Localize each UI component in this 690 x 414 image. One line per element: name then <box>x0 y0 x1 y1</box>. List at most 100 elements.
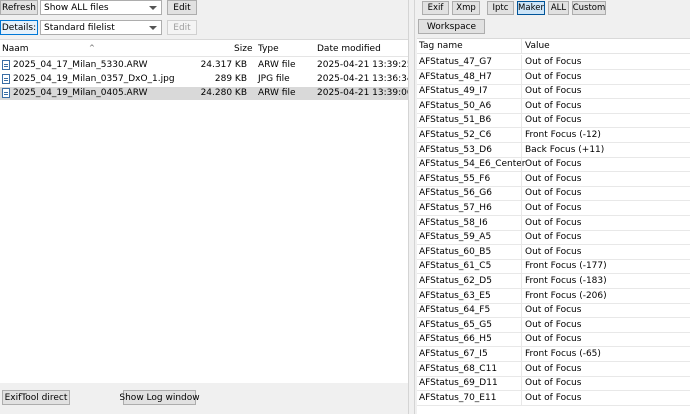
column-type[interactable]: Type <box>258 44 279 54</box>
tag-row[interactable]: AFStatus_51_B6 Out of Focus <box>417 113 690 129</box>
column-divider <box>521 274 522 289</box>
tag-row[interactable]: AFStatus_67_I5 Front Focus (-65) <box>417 347 690 362</box>
tag-value-cell: Back Focus (+11) <box>525 144 605 155</box>
file-row[interactable]: 2025_04_19_Milan_0357_DxO_1.jpg 289 KB J… <box>0 73 413 86</box>
panel-splitter[interactable] <box>408 0 415 414</box>
file-row[interactable]: 2025_04_17_Milan_5330.ARW 24.317 KB ARW … <box>0 59 413 72</box>
tag-name-cell: AFStatus_69_D11 <box>419 378 498 389</box>
column-divider <box>521 230 522 246</box>
tag-value-cell: Out of Focus <box>525 334 582 345</box>
tag-row[interactable]: AFStatus_60_B5 Out of Focus <box>417 244 690 260</box>
filelist-value: Standard filelist <box>44 22 115 33</box>
tab-iptc[interactable]: Iptc <box>487 1 514 15</box>
column-name[interactable]: Naam <box>2 44 29 54</box>
tag-name-cell: AFStatus_48_H7 <box>419 71 492 82</box>
tag-name-cell: AFStatus_70_E11 <box>419 392 497 403</box>
tag-row[interactable]: AFStatus_65_G5 Out of Focus <box>417 317 690 333</box>
tag-value-cell: Out of Focus <box>525 232 582 243</box>
tag-row[interactable]: AFStatus_49_I7 Out of Focus <box>417 84 690 100</box>
tag-row[interactable]: AFStatus_68_C11 Out of Focus <box>417 361 690 377</box>
tag-row[interactable]: AFStatus_66_H5 Out of Focus <box>417 332 690 348</box>
tag-value-cell: Out of Focus <box>525 203 582 213</box>
tag-row[interactable]: AFStatus_61_C5 Front Focus (-177) <box>417 259 690 275</box>
tab-custom[interactable]: Custom <box>572 1 606 15</box>
tag-name-cell: AFStatus_51_B6 <box>419 115 492 126</box>
file-type: ARW file <box>258 88 296 98</box>
tab-exif[interactable]: Exif <box>422 1 449 15</box>
tag-row[interactable]: AFStatus_52_C6 Front Focus (-12) <box>417 128 690 143</box>
tag-value-cell: Out of Focus <box>525 159 582 170</box>
column-divider <box>521 39 522 54</box>
tag-row[interactable]: AFStatus_64_F5 Out of Focus <box>417 303 690 319</box>
tag-table-header: Tag name Value <box>417 39 690 54</box>
file-icon <box>2 88 10 98</box>
file-name: 2025_04_19_Milan_0405.ARW <box>13 88 148 98</box>
column-divider <box>521 244 522 260</box>
filelist-edit-button: Edit <box>167 20 197 35</box>
tag-value-cell: Out of Focus <box>525 86 582 97</box>
tag-value-cell: Out of Focus <box>525 71 582 82</box>
tag-row[interactable]: AFStatus_62_D5 Front Focus (-183) <box>417 274 690 289</box>
file-row-selected[interactable]: 2025_04_19_Milan_0405.ARW 24.280 KB ARW … <box>0 87 413 100</box>
file-list[interactable]: ^ Naam Size Type Date modified 2025_04_1… <box>0 39 413 383</box>
column-divider <box>521 288 522 304</box>
tag-name-cell: AFStatus_57_H6 <box>419 203 492 213</box>
chevron-down-icon <box>149 25 157 30</box>
file-icon <box>2 60 10 70</box>
tag-row[interactable]: AFStatus_59_A5 Out of Focus <box>417 230 690 246</box>
tab-xmp[interactable]: Xmp <box>452 1 480 15</box>
tag-row[interactable]: AFStatus_69_D11 Out of Focus <box>417 376 690 392</box>
show-log-window-button[interactable]: Show Log window <box>119 390 200 405</box>
tab-maker[interactable]: Maker <box>517 1 545 15</box>
file-date: 2025-04-21 13:39:25 <box>317 60 413 70</box>
column-divider <box>521 201 522 216</box>
tab-all[interactable]: ALL <box>548 1 569 15</box>
tag-value-cell: Out of Focus <box>525 115 582 126</box>
workspace-button[interactable]: Workspace <box>418 19 485 34</box>
tag-value-cell: Out of Focus <box>525 392 582 403</box>
tag-name-cell: AFStatus_56_G6 <box>419 188 493 199</box>
column-divider <box>521 361 522 377</box>
file-list-header: ^ Naam Size Type Date modified <box>0 40 408 57</box>
tag-row[interactable]: AFStatus_53_D6 Back Focus (+11) <box>417 142 690 158</box>
tag-value-cell: Front Focus (-65) <box>525 349 601 359</box>
file-icon <box>2 74 10 84</box>
file-name: 2025_04_17_Milan_5330.ARW <box>13 60 148 70</box>
tag-value-cell: Out of Focus <box>525 57 582 67</box>
tag-table[interactable]: Tag name Value AFStatus_47_G7 Out of Focu… <box>417 38 690 414</box>
tag-name-cell: AFStatus_68_C11 <box>419 363 498 374</box>
column-divider <box>521 171 522 187</box>
exiftool-direct-button[interactable]: ExifTool direct <box>2 390 70 405</box>
tag-name-cell: AFStatus_47_G7 <box>419 57 493 67</box>
tag-row[interactable]: AFStatus_48_H7 Out of Focus <box>417 69 690 85</box>
tag-name-cell: AFStatus_60_B5 <box>419 246 492 257</box>
file-size: 24.317 KB <box>200 60 247 70</box>
file-filter-select[interactable]: Show ALL files <box>40 0 162 15</box>
file-size: 289 KB <box>214 74 247 84</box>
column-divider <box>521 376 522 392</box>
tag-row[interactable]: AFStatus_55_F6 Out of Focus <box>417 171 690 187</box>
column-tag-name[interactable]: Tag name <box>419 41 463 51</box>
tag-row[interactable]: AFStatus_47_G7 Out of Focus <box>417 55 690 70</box>
tag-row[interactable]: AFStatus_57_H6 Out of Focus <box>417 201 690 216</box>
tag-row[interactable]: AFStatus_58_I6 Out of Focus <box>417 215 690 231</box>
tag-row[interactable]: AFStatus_63_E5 Front Focus (-206) <box>417 288 690 304</box>
tag-row[interactable]: AFStatus_50_A6 Out of Focus <box>417 98 690 114</box>
column-date[interactable]: Date modified <box>317 44 381 54</box>
column-divider <box>521 186 522 202</box>
tag-row[interactable]: AFStatus_70_E11 Out of Focus <box>417 390 690 406</box>
tag-row[interactable]: AFStatus_56_G6 Out of Focus <box>417 186 690 202</box>
tag-value-cell: Out of Focus <box>525 363 582 374</box>
tag-row[interactable]: AFStatus_54_E6_Center Out of Focus <box>417 157 690 173</box>
column-divider <box>521 259 522 275</box>
filter-edit-button[interactable]: Edit <box>167 0 197 15</box>
column-value[interactable]: Value <box>525 41 550 51</box>
column-size[interactable]: Size <box>234 44 252 54</box>
tag-name-cell: AFStatus_55_F6 <box>419 173 491 184</box>
tag-name-cell: AFStatus_59_A5 <box>419 232 492 243</box>
filelist-select[interactable]: Standard filelist <box>40 20 162 35</box>
details-button[interactable]: Details: <box>0 20 38 35</box>
refresh-button[interactable]: Refresh <box>0 0 38 15</box>
column-divider <box>521 128 522 143</box>
column-divider <box>521 332 522 348</box>
